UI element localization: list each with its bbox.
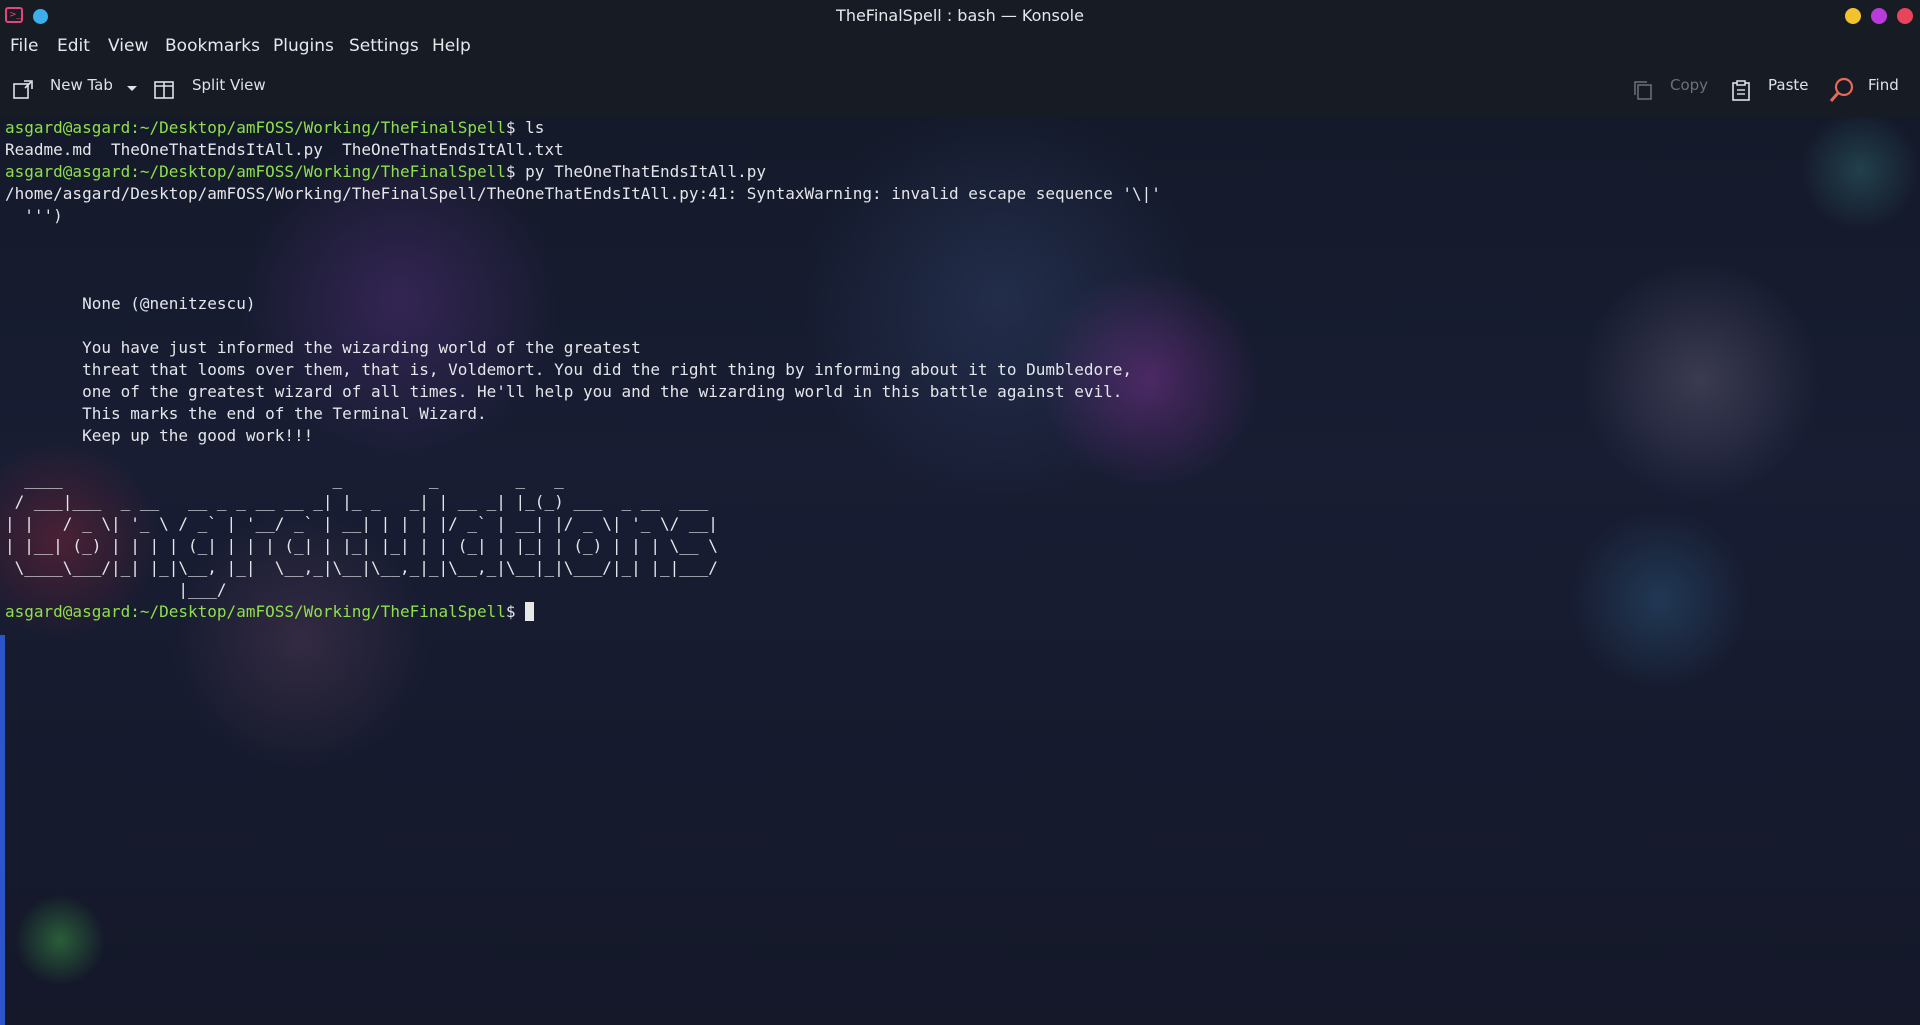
scroll-marker: [0, 635, 5, 1025]
prompt-suffix: $: [505, 602, 526, 621]
terminal-line: one of the greatest wizard of all times.…: [5, 382, 1123, 401]
terminal-line: asgard@asgard:~/Desktop/amFOSS/Working/T…: [5, 601, 535, 623]
ascii-art-line: | |__| (_) | | | | (_| | | | (_| | |_| |…: [5, 536, 718, 555]
menu-bookmarks[interactable]: Bookmarks: [165, 36, 260, 56]
terminal-line: asgard@asgard:~/Desktop/amFOSS/Working/T…: [5, 161, 766, 183]
menu-file[interactable]: File: [10, 36, 38, 56]
terminal-line: threat that looms over them, that is, Vo…: [5, 360, 1133, 379]
text-cursor: [525, 602, 535, 621]
toolbar: New Tab Split View Copy Paste Find: [0, 62, 1920, 117]
paste-button[interactable]: Paste: [1768, 76, 1809, 94]
ascii-art-line: \____\___/|_| |_|\__, |_| \__,_|\__|\__,…: [5, 558, 718, 577]
terminal-line: '''): [5, 206, 63, 225]
prompt-path: asgard@asgard:~/Desktop/amFOSS/Working/T…: [5, 118, 506, 137]
prompt-path: asgard@asgard:~/Desktop/amFOSS/Working/T…: [5, 162, 506, 181]
ascii-art-line: |___/: [5, 580, 227, 599]
ascii-art-line: ____ _ _ _ _: [5, 470, 564, 489]
find-icon[interactable]: [1828, 76, 1856, 104]
terminal-line: You have just informed the wizarding wor…: [5, 338, 641, 357]
split-view-icon[interactable]: [153, 79, 175, 101]
terminal-line: This marks the end of the Terminal Wizar…: [5, 404, 487, 423]
terminal-line: Readme.md TheOneThatEndsItAll.py TheOneT…: [5, 140, 564, 159]
title-bar: >_ TheFinalSpell : bash — Konsole: [0, 0, 1920, 32]
prompt-suffix: $: [505, 162, 526, 181]
paste-icon[interactable]: [1730, 79, 1752, 101]
new-tab-button[interactable]: New Tab: [50, 76, 113, 94]
menu-bar: File Edit View Bookmarks Plugins Setting…: [0, 32, 1920, 62]
ascii-art-line: / ___|___ _ __ __ _ _ __ __ _| |_ _ _| |…: [5, 492, 709, 511]
window-title: TheFinalSpell : bash — Konsole: [836, 6, 1084, 25]
ascii-art-line: | | / _ \| '_ \ / _` | '__/ _` | __| | |…: [5, 514, 718, 533]
terminal-line: asgard@asgard:~/Desktop/amFOSS/Working/T…: [5, 117, 544, 139]
prompt-suffix: $: [505, 118, 526, 137]
menu-settings[interactable]: Settings: [349, 36, 419, 56]
minimize-button[interactable]: [1845, 8, 1861, 24]
close-button[interactable]: [1897, 8, 1913, 24]
find-button[interactable]: Find: [1868, 76, 1899, 94]
menu-help[interactable]: Help: [432, 36, 471, 56]
prompt-path: asgard@asgard:~/Desktop/amFOSS/Working/T…: [5, 602, 506, 621]
terminal-view[interactable]: asgard@asgard:~/Desktop/amFOSS/Working/T…: [5, 117, 1910, 1017]
terminal-line: /home/asgard/Desktop/amFOSS/Working/TheF…: [5, 184, 1161, 203]
command-text: ls: [525, 118, 545, 137]
menu-plugins[interactable]: Plugins: [273, 36, 334, 56]
split-view-button[interactable]: Split View: [192, 76, 266, 94]
menu-edit[interactable]: Edit: [57, 36, 90, 56]
menu-view[interactable]: View: [108, 36, 148, 56]
new-tab-icon[interactable]: [12, 79, 34, 101]
copy-button[interactable]: Copy: [1670, 76, 1708, 94]
chevron-down-icon[interactable]: [126, 85, 138, 93]
copy-icon: [1634, 81, 1652, 100]
maximize-button[interactable]: [1871, 8, 1887, 24]
command-text: py TheOneThatEndsItAll.py: [525, 162, 766, 181]
terminal-line: Keep up the good work!!!: [5, 426, 314, 445]
terminal-line: None (@nenitzescu): [5, 294, 256, 313]
